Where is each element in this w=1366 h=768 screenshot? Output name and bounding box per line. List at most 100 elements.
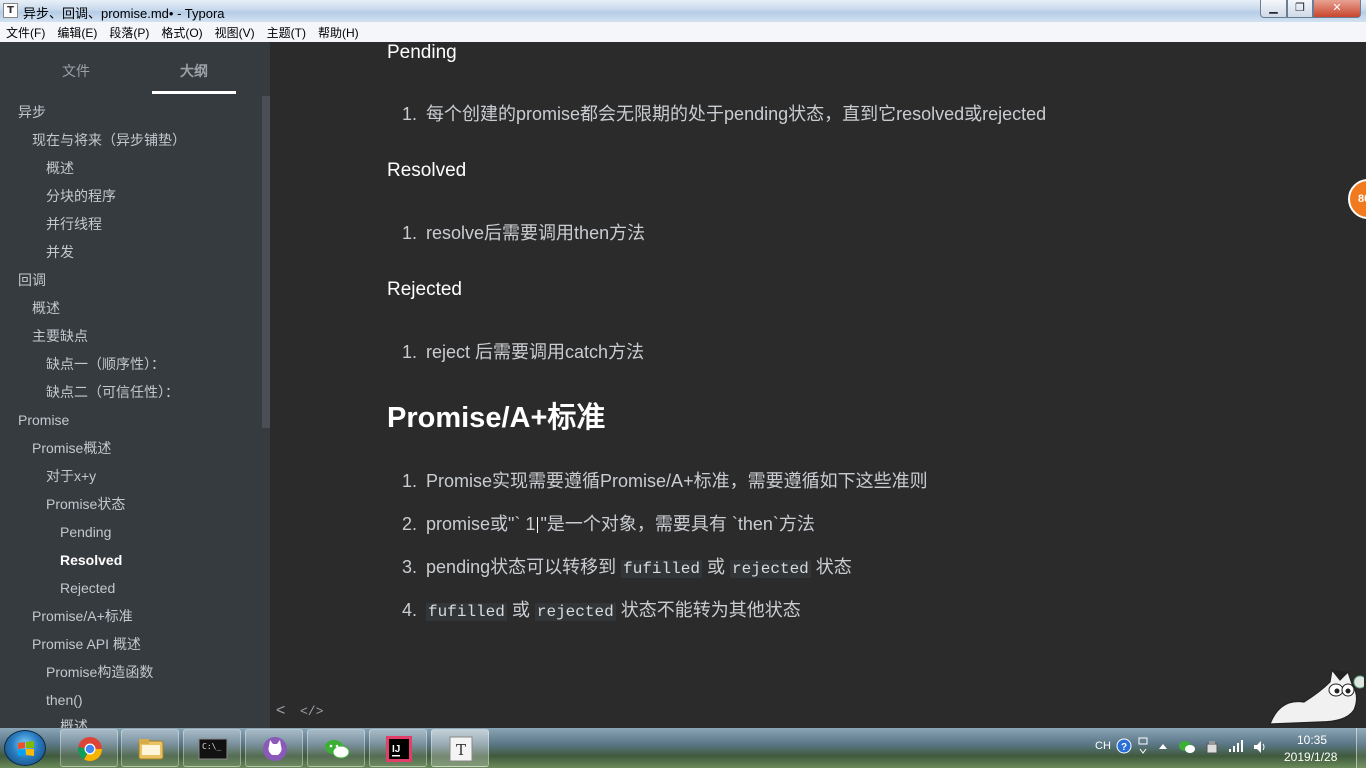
clock-time[interactable]: 10:35	[1297, 733, 1327, 747]
outline-item[interactable]: Promise/A+标准	[32, 606, 133, 626]
outline-item[interactable]: 缺点二（可信任性）：	[46, 382, 179, 402]
menu-paragraph[interactable]: 段落(P)	[103, 24, 155, 41]
intellij-icon-label: IJ	[392, 744, 400, 755]
outline-item[interactable]: 对于x+y	[46, 466, 96, 486]
list-item[interactable]: 2. promise或"` 1 "是一个对象，需要具有 `then`方法	[402, 510, 815, 536]
list-item[interactable]: 1. Promise实现需要遵循Promise/A+标准，需要遵循如下这些准则	[402, 467, 928, 493]
outline-item[interactable]: 主要缺点	[32, 326, 88, 346]
taskbar-file-explorer[interactable]	[121, 729, 179, 767]
outline-item[interactable]: then()	[46, 690, 83, 710]
list-item[interactable]: 1. resolve后需要调用then方法	[402, 219, 645, 245]
typora-icon: T	[449, 736, 473, 762]
menu-bar: 文件(F) 编辑(E) 段落(P) 格式(O) 视图(V) 主题(T) 帮助(H…	[0, 22, 1366, 42]
list-number: 1.	[402, 104, 418, 124]
list-item-text: 或	[706, 557, 725, 577]
taskbar: C:\_ IJ T CH ? 10:35 2019/1/28	[0, 728, 1366, 768]
wechat-tray-icon[interactable]	[1178, 739, 1196, 755]
help-icon[interactable]: ?	[1116, 738, 1132, 754]
sidebar-scrollbar[interactable]	[262, 96, 270, 428]
list-item-text: 或	[511, 600, 530, 620]
list-item-text: promise或"` 1	[426, 514, 536, 534]
close-button[interactable]: ✕	[1313, 0, 1361, 18]
outline-item[interactable]: 概述	[32, 298, 60, 318]
clock-date[interactable]: 2019/1/28	[1284, 750, 1337, 764]
active-tab-indicator	[152, 91, 236, 94]
outline-item[interactable]: 异步	[18, 102, 46, 122]
source-code-mode-button[interactable]: </>	[300, 704, 323, 719]
outline-item[interactable]: 并行线程	[46, 214, 102, 234]
inline-code: fufilled	[621, 560, 702, 578]
maximize-button[interactable]: ❐	[1287, 0, 1313, 18]
toggle-sidebar-button[interactable]: <	[276, 702, 285, 720]
system-tray: CH ? 10:35 2019/1/28	[1090, 728, 1366, 768]
taskbar-wechat[interactable]	[307, 729, 365, 767]
cat-mascot-icon[interactable]	[1260, 662, 1364, 728]
outline-item[interactable]: 现在与将来（异步铺垫）	[32, 130, 186, 150]
list-item-text: Promise实现需要遵循Promise/A+标准，需要遵循如下这些准则	[426, 471, 928, 491]
heading-promise-a-plus[interactable]: Promise/A+标准	[387, 394, 605, 436]
outline-item[interactable]: Rejected	[60, 578, 115, 598]
heading-resolved[interactable]: Resolved	[387, 160, 466, 182]
taskbar-chrome[interactable]	[60, 729, 118, 767]
menu-view[interactable]: 视图(V)	[209, 24, 261, 41]
file-explorer-icon	[138, 739, 164, 760]
window-title: 异步、回调、promise.md• - Typora	[23, 6, 225, 21]
outline-item[interactable]: Promise API 概述	[32, 634, 141, 654]
input-language-indicator[interactable]: CH	[1095, 740, 1111, 752]
outline-item[interactable]: Pending	[60, 522, 111, 542]
menu-help[interactable]: 帮助(H)	[312, 24, 365, 41]
list-item[interactable]: 4. fufilled 或 rejected 状态不能转为其他状态	[402, 596, 801, 622]
list-item-text: 状态不能转为其他状态	[620, 600, 801, 620]
list-item[interactable]: 1. 每个创建的promise都会无限期的处于pending状态，直到它reso…	[402, 100, 1046, 126]
tab-outline[interactable]: 大纲	[180, 61, 208, 81]
start-button[interactable]	[4, 730, 46, 766]
list-number: 3.	[402, 557, 418, 577]
outline-item[interactable]: 分块的程序	[46, 186, 116, 206]
list-item-text: resolve后需要调用then方法	[426, 223, 646, 243]
outline-item[interactable]: 缺点一（顺序性）：	[46, 354, 165, 374]
taskbar-cmd[interactable]: C:\_	[183, 729, 241, 767]
outline-item[interactable]: 概述	[46, 158, 74, 178]
floating-badge[interactable]: 80	[1348, 179, 1366, 219]
outline-item[interactable]: 回调	[18, 270, 46, 290]
minimize-button[interactable]: ▁	[1260, 0, 1287, 18]
show-hidden-icons-icon[interactable]	[1158, 742, 1168, 750]
list-number: 1.	[402, 223, 418, 243]
outline-item-active[interactable]: Resolved	[60, 550, 122, 570]
github-desktop-icon	[263, 737, 287, 761]
heading-pending[interactable]: Pending	[387, 42, 457, 64]
outline-item[interactable]: Promise	[18, 410, 69, 430]
menu-edit[interactable]: 编辑(E)	[51, 24, 103, 41]
window-title-bar[interactable]: T 异步、回调、promise.md• - Typora ▁ ❐ ✕	[0, 0, 1366, 22]
taskbar-typora-active[interactable]: T	[431, 729, 489, 767]
menu-file[interactable]: 文件(F)	[0, 24, 51, 41]
show-desktop-button[interactable]	[1356, 728, 1366, 768]
inline-code: fufilled	[426, 603, 507, 621]
list-item[interactable]: 3. pending状态可以转移到 fufilled 或 rejected 状态	[402, 553, 852, 579]
inline-code: rejected	[729, 560, 811, 578]
list-item-text: 状态	[815, 557, 852, 577]
typora-icon-label: T	[456, 741, 466, 759]
tray-options-icon[interactable]	[1138, 736, 1148, 758]
heading-rejected[interactable]: Rejected	[387, 279, 462, 301]
windows-logo-icon	[18, 741, 34, 756]
svg-text:?: ?	[1121, 742, 1127, 753]
taskbar-intellij[interactable]: IJ	[369, 729, 427, 767]
editor-area[interactable]: Pending 1. 每个创建的promise都会无限期的处于pending状态…	[270, 42, 1366, 728]
sidebar: 文件 大纲 异步 现在与将来（异步铺垫） 概述 分块的程序 并行线程 并发 回调…	[0, 42, 270, 728]
volume-icon[interactable]	[1252, 739, 1268, 755]
network-signal-icon[interactable]	[1228, 739, 1244, 753]
outline-item[interactable]: Promise概述	[32, 438, 111, 458]
menu-theme[interactable]: 主题(T)	[261, 24, 312, 41]
usb-device-icon[interactable]	[1204, 739, 1220, 755]
outline-item[interactable]: Promise构造函数	[46, 662, 153, 682]
outline-item[interactable]: 并发	[46, 242, 74, 262]
outline-item[interactable]: 概述	[60, 716, 88, 728]
list-number: 1.	[402, 471, 418, 491]
list-item[interactable]: 1. reject 后需要调用catch方法	[402, 338, 644, 364]
outline-item[interactable]: Promise状态	[46, 494, 125, 514]
list-item-text: pending状态可以转移到	[426, 557, 617, 577]
menu-format[interactable]: 格式(O)	[155, 24, 208, 41]
tab-files[interactable]: 文件	[62, 61, 90, 81]
taskbar-github-desktop[interactable]	[245, 729, 303, 767]
